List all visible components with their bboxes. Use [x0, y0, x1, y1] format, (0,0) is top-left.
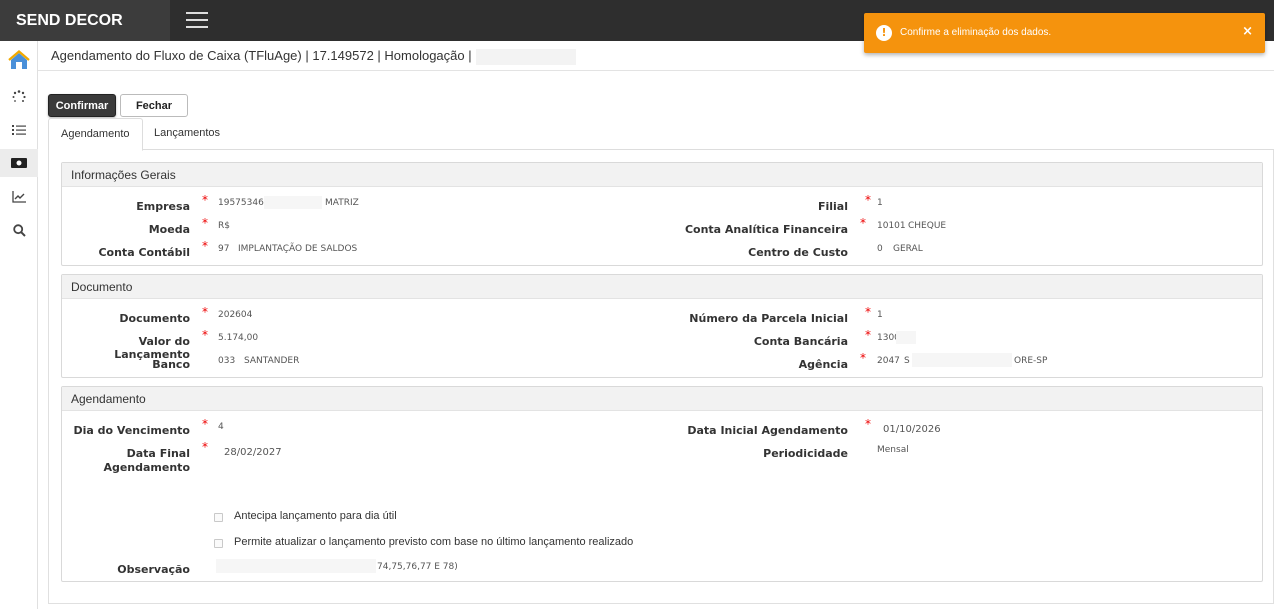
- filial-value[interactable]: 1: [877, 198, 883, 208]
- banco-code[interactable]: 033: [218, 356, 235, 366]
- label-agencia: Agência: [798, 358, 848, 371]
- required-marker: *: [202, 440, 208, 454]
- exclamation-icon: [876, 25, 892, 41]
- hamburger-menu-icon[interactable]: [186, 12, 208, 30]
- required-marker: *: [202, 193, 208, 207]
- label-filial: Filial: [817, 200, 848, 213]
- required-marker: *: [865, 305, 871, 319]
- redacted-field: [264, 196, 322, 209]
- redacted-field: [216, 559, 376, 573]
- section-documento: Documento Documento * 202604 Valor do La…: [61, 274, 1263, 378]
- toast-message: Confirme a eliminação dos dados.: [900, 27, 1052, 38]
- sidebar: [0, 41, 38, 609]
- banco-name: SANTANDER: [244, 356, 300, 366]
- label-numero-parcela: Número da Parcela Inicial: [689, 312, 848, 325]
- required-marker: *: [202, 417, 208, 431]
- required-marker: *: [865, 417, 871, 431]
- confirm-button[interactable]: Confirmar: [48, 94, 116, 117]
- redacted-field: [896, 331, 916, 344]
- required-marker: *: [860, 351, 866, 365]
- section-title: Agendamento: [62, 387, 1262, 411]
- label-centro-custo: Centro de Custo: [748, 246, 848, 259]
- conta-analitica-name: CHEQUE: [908, 221, 947, 231]
- loading-icon[interactable]: [0, 83, 38, 111]
- brand-logo[interactable]: SEND DECOR: [0, 0, 170, 41]
- label-data-final-line2: Agendamento: [103, 461, 190, 474]
- label-conta-bancaria: Conta Bancária: [753, 335, 848, 348]
- documento-value[interactable]: 202604: [218, 310, 252, 320]
- label-conta-contabil: Conta Contábil: [98, 246, 190, 259]
- empresa-code[interactable]: 19575346: [218, 198, 264, 208]
- label-data-inicial: Data Inicial Agendamento: [687, 424, 848, 437]
- label-documento: Documento: [119, 312, 190, 325]
- label-conta-analitica: Conta Analítica Financeira: [684, 223, 848, 236]
- close-icon[interactable]: ×: [1242, 24, 1253, 39]
- required-marker: *: [865, 193, 871, 207]
- required-marker: *: [860, 216, 866, 230]
- moeda-value[interactable]: R$: [218, 221, 230, 231]
- empresa-name: MATRIZ: [325, 198, 359, 208]
- antecipa-label: Antecipa lançamento para dia útil: [234, 510, 397, 522]
- search-icon[interactable]: [0, 216, 38, 244]
- label-observacao: Observação: [117, 563, 190, 576]
- required-marker: *: [865, 328, 871, 342]
- section-informacoes-gerais: Informações Gerais Empresa * 19575346 MA…: [61, 162, 1263, 266]
- permite-checkbox[interactable]: [214, 539, 223, 548]
- page-title-text: Agendamento do Fluxo de Caixa (TFluAge) …: [51, 48, 472, 63]
- required-marker: *: [202, 239, 208, 253]
- required-marker: *: [202, 305, 208, 319]
- agencia-name-suffix: ORE-SP: [1014, 356, 1048, 366]
- chart-icon[interactable]: [0, 183, 38, 211]
- dia-vencimento-value[interactable]: 4: [218, 422, 224, 432]
- centro-custo-code[interactable]: 0: [877, 244, 883, 254]
- label-dia-vencimento: Dia do Vencimento: [73, 424, 190, 437]
- warning-toast: Confirme a eliminação dos dados. ×: [864, 13, 1265, 53]
- periodicidade-value[interactable]: Mensal: [877, 445, 909, 455]
- conta-contabil-name: IMPLANTAÇÃO DE SALDOS: [238, 244, 358, 254]
- label-moeda: Moeda: [148, 223, 190, 236]
- observacao-value[interactable]: 74,75,76,77 E 78): [377, 562, 458, 572]
- main-content: Agendamento do Fluxo de Caixa (TFluAge) …: [38, 41, 1274, 609]
- home-icon[interactable]: [0, 47, 38, 75]
- valor-value[interactable]: 5.174,00: [218, 333, 258, 343]
- section-title: Informações Gerais: [62, 163, 1262, 187]
- parcela-value[interactable]: 1: [877, 310, 883, 320]
- required-marker: *: [202, 216, 208, 230]
- agencia-code[interactable]: 2047: [877, 356, 900, 366]
- section-title: Documento: [62, 275, 1262, 299]
- close-button[interactable]: Fechar: [120, 94, 188, 117]
- permite-label: Permite atualizar o lançamento previsto …: [234, 536, 634, 548]
- required-marker: *: [202, 328, 208, 342]
- conta-analitica-code[interactable]: 10101: [877, 221, 906, 231]
- label-data-final-line1: Data Final: [126, 447, 190, 460]
- tab-lancamentos[interactable]: Lançamentos: [142, 118, 232, 150]
- data-inicial-value[interactable]: 01/10/2026: [883, 424, 941, 435]
- label-banco: Banco: [152, 358, 190, 371]
- tab-bar: Agendamento Lançamentos: [48, 118, 1274, 151]
- redacted-field: [912, 353, 1012, 367]
- centro-custo-name: GERAL: [893, 244, 923, 254]
- data-final-value[interactable]: 28/02/2027: [224, 447, 282, 458]
- antecipa-checkbox[interactable]: [214, 513, 223, 522]
- conta-contabil-code[interactable]: 97: [218, 244, 229, 254]
- section-agendamento: Agendamento Dia do Vencimento * 4 Data F…: [61, 386, 1263, 582]
- money-icon[interactable]: [0, 149, 38, 177]
- tab-agendamento[interactable]: Agendamento: [48, 118, 143, 151]
- checklist-icon[interactable]: [0, 116, 38, 144]
- label-periodicidade: Periodicidade: [763, 447, 848, 460]
- redacted-field: [475, 48, 576, 65]
- label-empresa: Empresa: [136, 200, 190, 213]
- agencia-name-prefix: S: [904, 356, 910, 366]
